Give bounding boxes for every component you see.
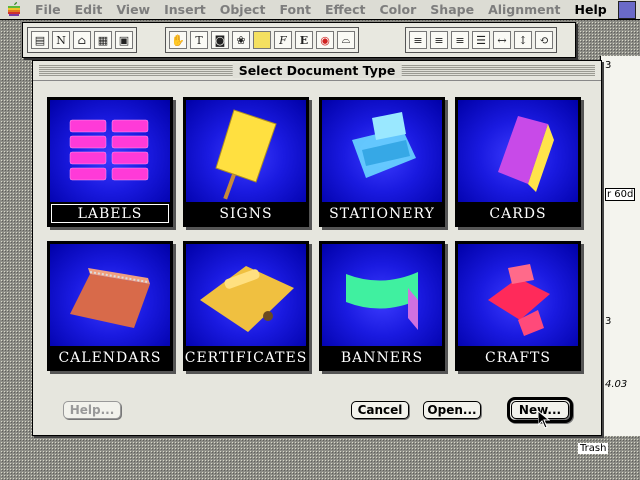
dialog-titlebar[interactable]: Select Document Type bbox=[33, 61, 601, 81]
trash-label[interactable]: Trash bbox=[578, 443, 609, 454]
tile-banners[interactable]: BANNERS bbox=[319, 241, 445, 371]
text-tool-icon[interactable]: T bbox=[190, 31, 208, 49]
tile-labels[interactable]: LABELS bbox=[47, 97, 173, 227]
shape-tool-icon[interactable] bbox=[253, 31, 271, 49]
tile-signs[interactable]: SIGNS bbox=[183, 97, 309, 227]
cards-icon bbox=[458, 100, 578, 202]
menu-insert[interactable]: Insert bbox=[157, 2, 213, 17]
stationery-icon bbox=[322, 100, 442, 202]
menu-color[interactable]: Color bbox=[372, 2, 423, 17]
menubar: File Edit View Insert Object Font Effect… bbox=[0, 0, 640, 20]
tile-label-stationery: STATIONERY bbox=[322, 203, 442, 224]
dialog-title: Select Document Type bbox=[232, 63, 402, 78]
document-window-edge: 3 r 60d 3 4.03 bbox=[600, 56, 640, 436]
text-effect-icon[interactable]: E bbox=[295, 31, 313, 49]
tile-label-certificates: CERTIFICATES bbox=[185, 347, 306, 368]
hand-tool-icon[interactable]: ✋ bbox=[169, 31, 187, 49]
tile-label-banners: BANNERS bbox=[322, 347, 442, 368]
menu-shape[interactable]: Shape bbox=[423, 2, 481, 17]
ruler-label-top: 3 bbox=[605, 60, 612, 71]
new-document-icon[interactable]: N bbox=[52, 31, 70, 49]
picture-tool-icon[interactable]: ◙ bbox=[211, 31, 229, 49]
clipart-tool-icon[interactable]: ❀ bbox=[232, 31, 250, 49]
tile-cards[interactable]: CARDS bbox=[455, 97, 581, 227]
menu-alignment[interactable]: Alignment bbox=[481, 2, 567, 17]
open-button[interactable]: Open... bbox=[423, 401, 481, 419]
select-document-type-dialog: Select Document Type LABELS SIGNS STATIO… bbox=[32, 60, 602, 436]
crafts-icon bbox=[458, 244, 578, 346]
color-wheel-icon[interactable]: ◉ bbox=[316, 31, 334, 49]
toolbar: ▤ N ⌂ ▦ ▣ ✋ T ◙ ❀ 𝐹 E ◉ ⌓ ≡ ≡ ≡ ☰ ↔ ↕ ⟲ bbox=[22, 22, 576, 58]
justify-icon[interactable]: ☰ bbox=[472, 31, 490, 49]
toolbar-file-group: ▤ N ⌂ ▦ ▣ bbox=[27, 27, 137, 53]
banners-icon bbox=[322, 244, 442, 346]
tile-label-crafts: CRAFTS bbox=[458, 347, 578, 368]
menu-file[interactable]: File bbox=[28, 2, 68, 17]
mouse-pointer-icon bbox=[538, 411, 550, 429]
tile-label-signs: SIGNS bbox=[186, 203, 306, 224]
help-button[interactable]: Help... bbox=[63, 401, 121, 419]
print-preview-icon[interactable]: ▦ bbox=[94, 31, 112, 49]
tile-calendars[interactable]: CALENDARS bbox=[47, 241, 173, 371]
tile-crafts[interactable]: CRAFTS bbox=[455, 241, 581, 371]
certificates-icon bbox=[186, 244, 306, 346]
ruler-label-bottom: 4.03 bbox=[605, 379, 628, 390]
align-center-icon[interactable]: ≡ bbox=[430, 31, 448, 49]
signs-icon bbox=[186, 100, 306, 202]
ruler-label-mid: 3 bbox=[605, 316, 612, 327]
open-folder-icon[interactable]: ⌂ bbox=[73, 31, 91, 49]
cancel-button[interactable]: Cancel bbox=[351, 401, 409, 419]
tile-label-labels: LABELS bbox=[50, 203, 170, 224]
rotate-icon[interactable]: ⟲ bbox=[535, 31, 553, 49]
menu-help[interactable]: Help bbox=[568, 2, 614, 17]
align-left-icon[interactable]: ≡ bbox=[409, 31, 427, 49]
font-style-icon[interactable]: 𝐹 bbox=[274, 31, 292, 49]
menu-view[interactable]: View bbox=[109, 2, 157, 17]
tile-label-cards: CARDS bbox=[458, 203, 578, 224]
shape-effect-icon[interactable]: ⌓ bbox=[337, 31, 355, 49]
application-menu-icon[interactable] bbox=[618, 1, 636, 19]
menu-effect[interactable]: Effect bbox=[318, 2, 373, 17]
toolbar-tools-group: ✋ T ◙ ❀ 𝐹 E ◉ ⌓ bbox=[165, 27, 359, 53]
print-icon[interactable]: ▤ bbox=[31, 31, 49, 49]
align-right-icon[interactable]: ≡ bbox=[451, 31, 469, 49]
menu-object[interactable]: Object bbox=[213, 2, 273, 17]
menu-edit[interactable]: Edit bbox=[68, 2, 110, 17]
vertical-spacing-icon[interactable]: ↕ bbox=[514, 31, 532, 49]
calendars-icon bbox=[50, 244, 170, 346]
zoom-label[interactable]: r 60d bbox=[605, 188, 636, 201]
menu-font[interactable]: Font bbox=[272, 2, 318, 17]
save-disk-icon[interactable]: ▣ bbox=[115, 31, 133, 49]
apple-menu-icon[interactable] bbox=[6, 1, 24, 19]
labels-icon bbox=[50, 100, 170, 202]
horizontal-spacing-icon[interactable]: ↔ bbox=[493, 31, 511, 49]
tile-certificates[interactable]: CERTIFICATES bbox=[183, 241, 309, 371]
tile-label-calendars: CALENDARS bbox=[50, 347, 170, 368]
toolbar-align-group: ≡ ≡ ≡ ☰ ↔ ↕ ⟲ bbox=[405, 27, 557, 53]
tile-stationery[interactable]: STATIONERY bbox=[319, 97, 445, 227]
